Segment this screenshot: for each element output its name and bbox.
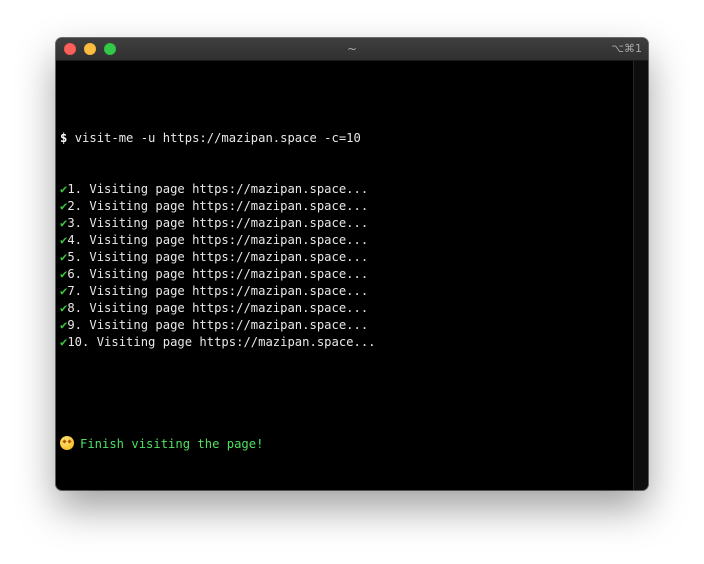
output-line-text: 3. Visiting page https://mazipan.space..… [67,216,369,230]
output-line-text: 7. Visiting page https://mazipan.space..… [67,284,369,298]
visit-lines: ✔1. Visiting page https://mazipan.space.… [60,181,630,351]
output-line: ✔5. Visiting page https://mazipan.space.… [60,249,630,266]
finish-line: Finish visiting the page! [60,436,630,453]
command-line: $ visit-me -u https://mazipan.space -c=1… [60,130,630,147]
output-line-text: 5. Visiting page https://mazipan.space..… [67,250,369,264]
output-line: ✔6. Visiting page https://mazipan.space.… [60,266,630,283]
scrollbar[interactable] [633,61,648,490]
output-line-text: 9. Visiting page https://mazipan.space..… [67,318,369,332]
output-line: ✔4. Visiting page https://mazipan.space.… [60,232,630,249]
output-line: ✔3. Visiting page https://mazipan.space.… [60,215,630,232]
title-bar[interactable]: ~ ⌥⌘1 [56,38,648,61]
prompt-symbol: $ [60,131,68,145]
output-line: ✔7. Visiting page https://mazipan.space.… [60,283,630,300]
output-line-text: 2. Visiting page https://mazipan.space..… [67,199,369,213]
window-shortcut: ⌥⌘1 [611,42,642,55]
command-text: visit-me -u https://mazipan.space -c=10 [74,131,361,145]
output-line-text: 8. Visiting page https://mazipan.space..… [67,301,369,315]
output-line: ✔8. Visiting page https://mazipan.space.… [60,300,630,317]
terminal-output[interactable]: $ visit-me -u https://mazipan.space -c=1… [60,96,630,487]
output-line-text: 10. Visiting page https://mazipan.space.… [67,335,376,349]
output-line-text: 4. Visiting page https://mazipan.space..… [67,233,369,247]
output-line: ✔1. Visiting page https://mazipan.space.… [60,181,630,198]
output-line: ✔9. Visiting page https://mazipan.space.… [60,317,630,334]
output-line-text: 1. Visiting page https://mazipan.space..… [67,182,369,196]
output-line: ✔10. Visiting page https://mazipan.space… [60,334,630,351]
terminal-window: ~ ⌥⌘1 $ visit-me -u https://mazipan.spac… [56,38,648,490]
output-line-text: 6. Visiting page https://mazipan.space..… [67,267,369,281]
window-title: ~ [346,42,358,56]
output-line: ✔2. Visiting page https://mazipan.space.… [60,198,630,215]
finish-message: Finish visiting the page! [80,437,264,451]
star-struck-emoji-icon [60,436,74,450]
